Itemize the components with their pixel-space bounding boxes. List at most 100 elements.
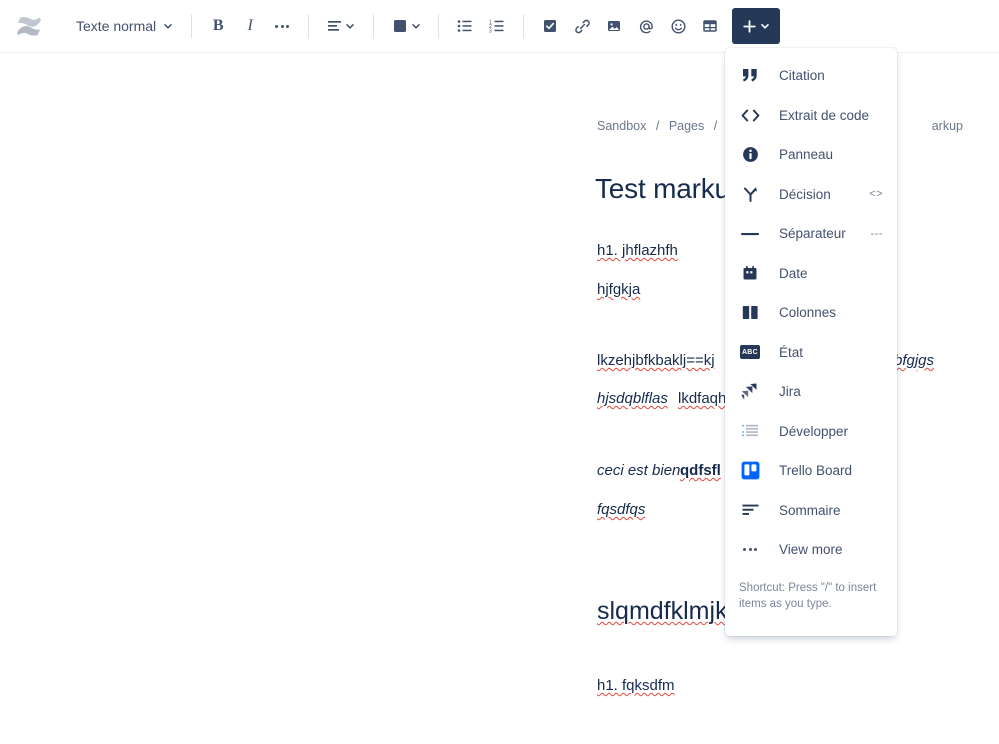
menu-item-label: Séparateur	[779, 226, 846, 242]
mention-button[interactable]	[630, 10, 662, 42]
chevron-down-icon	[164, 24, 172, 29]
menu-item-label: État	[779, 344, 804, 360]
breadcrumb-separator: /	[655, 119, 660, 133]
toc-icon	[737, 504, 763, 516]
plus-icon	[743, 19, 756, 33]
toolbar-divider	[373, 14, 375, 38]
toolbar-divider	[523, 14, 525, 38]
menu-item-label: Extrait de code	[779, 107, 870, 123]
divider-icon	[737, 232, 763, 236]
insert-menu-dropdown: Citation Extrait de code Panneau Décisio…	[725, 48, 897, 636]
toolbar-divider	[191, 14, 193, 38]
text-style-label: Texte normal	[76, 18, 157, 34]
menu-item-divider[interactable]: Séparateur ---	[725, 214, 897, 254]
menu-item-code-snippet[interactable]: Extrait de code	[725, 96, 897, 136]
menu-item-decision[interactable]: Décision <>	[725, 175, 897, 215]
italic-icon: I	[247, 17, 253, 34]
menu-item-jira[interactable]: Jira	[725, 372, 897, 412]
menu-item-view-more[interactable]: View more	[725, 530, 897, 570]
doc-line-10[interactable]: h1. fqksdfm	[597, 675, 675, 697]
more-formatting-button[interactable]	[266, 10, 298, 42]
checkbox-icon	[544, 20, 557, 32]
bullet-list-button[interactable]	[449, 10, 481, 42]
doc-line-6[interactable]: lkdfaqh	[678, 388, 726, 410]
menu-item-label: Date	[779, 265, 808, 281]
align-left-icon	[328, 21, 342, 31]
insert-menu-button[interactable]	[732, 8, 781, 44]
numbered-list-button[interactable]: 1 2 3	[481, 10, 513, 42]
chevron-down-icon	[761, 24, 769, 29]
menu-item-label: Décision	[779, 186, 831, 202]
task-list-button[interactable]	[534, 10, 566, 42]
menu-item-label: Développer	[779, 423, 849, 439]
doc-line-1[interactable]: h1. jhflazhfh	[597, 240, 678, 262]
breadcrumb-separator: /	[713, 119, 718, 133]
emoji-button[interactable]	[662, 10, 694, 42]
text-color-button[interactable]	[384, 10, 428, 42]
toolbar-divider	[308, 14, 310, 38]
doc-line-4[interactable]: bfgjgs	[894, 350, 934, 372]
doc-line-3[interactable]: lkzehjbfkbaklj==kj	[597, 350, 715, 372]
bold-button[interactable]: B	[202, 10, 234, 42]
menu-item-label: Panneau	[779, 147, 834, 163]
calendar-icon	[737, 265, 763, 281]
doc-line-8[interactable]: qdfsfl	[680, 460, 721, 482]
editor-toolbar: Texte normal B I 1 2 3	[0, 0, 999, 53]
svg-text:3: 3	[489, 29, 492, 34]
doc-line-5[interactable]: hjsdqblflas	[597, 388, 668, 410]
menu-item-expand[interactable]: Développer	[725, 412, 897, 452]
menu-item-label: Colonnes	[779, 305, 837, 321]
ellipsis-icon	[737, 548, 763, 552]
quote-icon	[737, 68, 763, 83]
table-button[interactable]	[694, 10, 726, 42]
breadcrumb-page[interactable]: arkup	[932, 119, 963, 133]
ellipsis-icon	[275, 24, 290, 28]
text-align-button[interactable]	[319, 10, 363, 42]
color-swatch-icon	[393, 20, 406, 32]
link-icon	[574, 19, 590, 33]
confluence-logo	[14, 11, 44, 41]
at-mention-icon	[639, 19, 653, 33]
image-button[interactable]	[598, 10, 630, 42]
bold-icon: B	[212, 17, 224, 34]
expand-icon	[737, 424, 763, 439]
menu-item-label: Citation	[779, 68, 825, 84]
info-panel-icon	[737, 146, 763, 163]
numbered-list-icon: 1 2 3	[489, 20, 504, 34]
menu-item-shortcut: <>	[869, 188, 883, 201]
decision-icon	[737, 186, 763, 203]
bullet-list-icon	[457, 20, 472, 32]
menu-item-label: Trello Board	[779, 463, 853, 479]
menu-item-label: Jira	[779, 384, 801, 400]
emoji-icon	[671, 18, 686, 34]
code-icon	[737, 108, 763, 123]
menu-item-table-of-contents[interactable]: Sommaire	[725, 491, 897, 531]
doc-line-9[interactable]: fqsdfqs	[597, 499, 645, 521]
doc-line-7[interactable]: ceci est bien	[597, 460, 680, 482]
status-abc-icon: ABC	[737, 345, 763, 360]
link-button[interactable]	[566, 10, 598, 42]
page-title[interactable]: Test markup	[595, 173, 745, 205]
jira-icon	[737, 382, 763, 401]
image-icon	[608, 21, 621, 31]
italic-button[interactable]: I	[234, 10, 266, 42]
menu-item-date[interactable]: Date	[725, 254, 897, 294]
breadcrumb-section[interactable]: Pages	[669, 119, 704, 133]
toolbar-divider	[438, 14, 440, 38]
menu-item-trello-board[interactable]: Trello Board	[725, 451, 897, 491]
menu-item-shortcut: ---	[870, 227, 883, 240]
trello-icon	[737, 461, 763, 480]
table-icon	[703, 20, 717, 32]
columns-icon	[737, 305, 763, 320]
menu-item-panel[interactable]: Panneau	[725, 135, 897, 175]
menu-item-status[interactable]: ABC État	[725, 333, 897, 373]
doc-line-2[interactable]: hjfgkja	[597, 279, 640, 301]
doc-heading[interactable]: slqmdfklmjks	[597, 597, 740, 626]
menu-item-citation[interactable]: Citation	[725, 56, 897, 96]
menu-item-label: View more	[779, 542, 843, 558]
chevron-down-icon	[346, 24, 354, 29]
menu-item-columns[interactable]: Colonnes	[725, 293, 897, 333]
breadcrumb-space[interactable]: Sandbox	[597, 119, 646, 133]
text-style-select[interactable]: Texte normal	[68, 13, 181, 39]
menu-item-label: Sommaire	[779, 502, 841, 518]
